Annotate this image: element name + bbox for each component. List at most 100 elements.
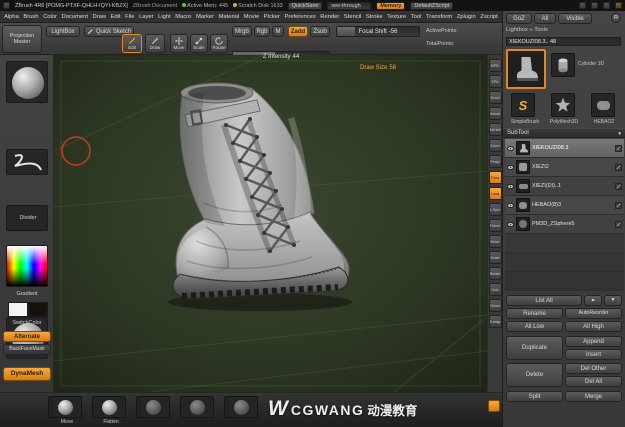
polypaint-icon[interactable] (615, 182, 622, 190)
menu-zplugin[interactable]: Zplugin (457, 14, 476, 20)
menu-transform[interactable]: Transform (426, 14, 452, 20)
rgb-button[interactable]: Rgb (254, 26, 270, 37)
focal-shift-slider[interactable]: Focal Shift -56 (336, 26, 420, 37)
main-color-swatch[interactable] (8, 302, 28, 317)
tray-corner-toggle[interactable] (488, 400, 500, 412)
see-through-slider[interactable]: see-through (327, 1, 372, 10)
polypaint-icon[interactable] (615, 220, 622, 228)
shelf-scale-button[interactable]: Scale (488, 251, 502, 264)
polypaint-icon[interactable] (615, 163, 622, 171)
current-brush-thumbnail[interactable] (6, 61, 48, 103)
shelf-floor-button[interactable]: Floor (488, 171, 502, 184)
menu-material[interactable]: Material (219, 14, 240, 20)
quicksave-button[interactable]: QuickSave (287, 1, 323, 10)
menu-macro[interactable]: Macro (175, 14, 191, 20)
secondary-color-swatch[interactable] (28, 302, 48, 317)
tray-brush-4[interactable] (180, 396, 218, 419)
eye-icon[interactable] (507, 202, 514, 208)
menu-texture[interactable]: Texture (387, 14, 406, 20)
rotate-button[interactable]: Rotate (210, 34, 228, 53)
shelf-aahalf-button[interactable]: AAHalf (488, 123, 502, 136)
shelf-actual-button[interactable]: Actual (488, 107, 502, 120)
split-button[interactable]: Split (506, 391, 563, 402)
zsub-button[interactable]: Zsub (310, 26, 330, 37)
menu-preferences[interactable]: Preferences (284, 14, 315, 20)
projection-master-button[interactable]: Projection Master (2, 25, 42, 53)
menu-tool[interactable]: Tool (411, 14, 422, 20)
memory-button[interactable]: Memory (376, 1, 406, 10)
menu-document[interactable]: Document (62, 14, 88, 20)
menu-movie[interactable]: Movie (244, 14, 259, 20)
all-high-button[interactable]: All High (565, 321, 622, 332)
current-stroke-thumbnail[interactable] (6, 149, 48, 175)
shelf-local-button[interactable]: Local (488, 187, 502, 200)
current-alpha-thumbnail[interactable]: Divider (6, 205, 48, 231)
simplebrush-thumbnail[interactable]: S (511, 93, 535, 117)
duplicate-button[interactable]: Duplicate (506, 336, 563, 360)
current-tool-name-bar[interactable]: XIEKOUZI08.3.. 48 (506, 37, 621, 46)
shelf-rotate-button[interactable]: Rotate (488, 267, 502, 280)
scale-button[interactable]: Scale (190, 34, 208, 53)
subtool-row[interactable]: XIEZI(DI)..1 (505, 177, 624, 196)
goz-button[interactable]: GoZ (506, 13, 532, 24)
menu-stencil[interactable]: Stencil (344, 14, 361, 20)
switch-color-button[interactable]: SwitchColor (0, 320, 54, 326)
menu-stroke[interactable]: Stroke (366, 14, 383, 20)
eye-icon[interactable] (507, 221, 514, 227)
tray-brush-3[interactable] (136, 396, 174, 419)
cylinder3d-thumbnail[interactable] (551, 53, 575, 77)
list-all-button[interactable]: List All (506, 295, 582, 306)
all-low-button[interactable]: All Low (506, 321, 563, 332)
shelf-ghost-button[interactable]: Ghost (488, 299, 502, 312)
polypaint-icon[interactable] (615, 201, 622, 209)
menu-marker[interactable]: Marker (196, 14, 214, 20)
menu-brush[interactable]: Brush (23, 14, 38, 20)
all-button[interactable]: All (534, 13, 556, 24)
shelf-solo-button[interactable]: Solo (488, 283, 502, 296)
eye-icon[interactable] (507, 145, 514, 151)
subtool-header[interactable]: SubTool ▼ (503, 128, 625, 138)
subtool-row[interactable]: HEBAO(8)3 (505, 196, 624, 215)
move-button[interactable]: Move (170, 34, 188, 53)
menu-file[interactable]: File (125, 14, 134, 20)
eye-icon[interactable] (507, 183, 514, 189)
titlebar-icon-2[interactable] (591, 2, 598, 9)
insert-button[interactable]: Insert (565, 349, 622, 360)
tray-brush-5[interactable] (224, 396, 262, 419)
draw-button[interactable]: Draw (145, 34, 165, 53)
menu-alpha[interactable]: Alpha (4, 14, 19, 20)
titlebar-icon-3[interactable] (603, 2, 610, 9)
move-down-button[interactable]: ▼ (604, 295, 622, 306)
shelf-lsym-button[interactable]: L.Sym (488, 203, 502, 216)
backface-mask-button[interactable]: BackFaceMask (3, 344, 51, 355)
autoreorder-button[interactable]: AutoReorder (565, 308, 622, 319)
shelf-scroll-button[interactable]: Scroll (488, 91, 502, 104)
hebao2-thumbnail[interactable] (591, 93, 615, 117)
edit-button[interactable]: Edit (122, 34, 142, 53)
menu-color[interactable]: Color (43, 14, 57, 20)
delete-button[interactable]: Delete (506, 363, 563, 387)
titlebar-icon-1[interactable] (579, 2, 586, 9)
shelf-frame-button[interactable]: Frame (488, 219, 502, 232)
dynamesh-button[interactable]: DynaMesh (3, 367, 51, 381)
append-button[interactable]: Append (565, 336, 622, 347)
polypaint-icon[interactable] (615, 144, 622, 152)
document-canvas[interactable] (53, 54, 488, 393)
m-button[interactable]: M (272, 26, 284, 37)
move-up-button[interactable]: ▲ (584, 295, 602, 306)
tray-brush-flatten[interactable]: Flatten (92, 396, 130, 425)
rename-button[interactable]: Rename (506, 308, 563, 319)
eye-icon[interactable] (507, 164, 514, 170)
r-button[interactable]: R (611, 13, 621, 23)
menu-zscript[interactable]: Zscript (480, 14, 497, 20)
titlebar-icon-4[interactable] (615, 2, 622, 9)
shelf-bpr-button[interactable]: BPR (488, 59, 502, 72)
del-all-button[interactable]: Del All (565, 376, 622, 387)
merge-button[interactable]: Merge (565, 391, 622, 402)
zadd-button[interactable]: Zadd (288, 26, 308, 37)
lightbox-button[interactable]: LightBox (46, 26, 80, 37)
polymesh3d-thumbnail[interactable] (551, 93, 575, 117)
menu-picker[interactable]: Picker (264, 14, 280, 20)
menu-render[interactable]: Render (320, 14, 339, 20)
del-other-button[interactable]: Del Other (565, 363, 622, 374)
